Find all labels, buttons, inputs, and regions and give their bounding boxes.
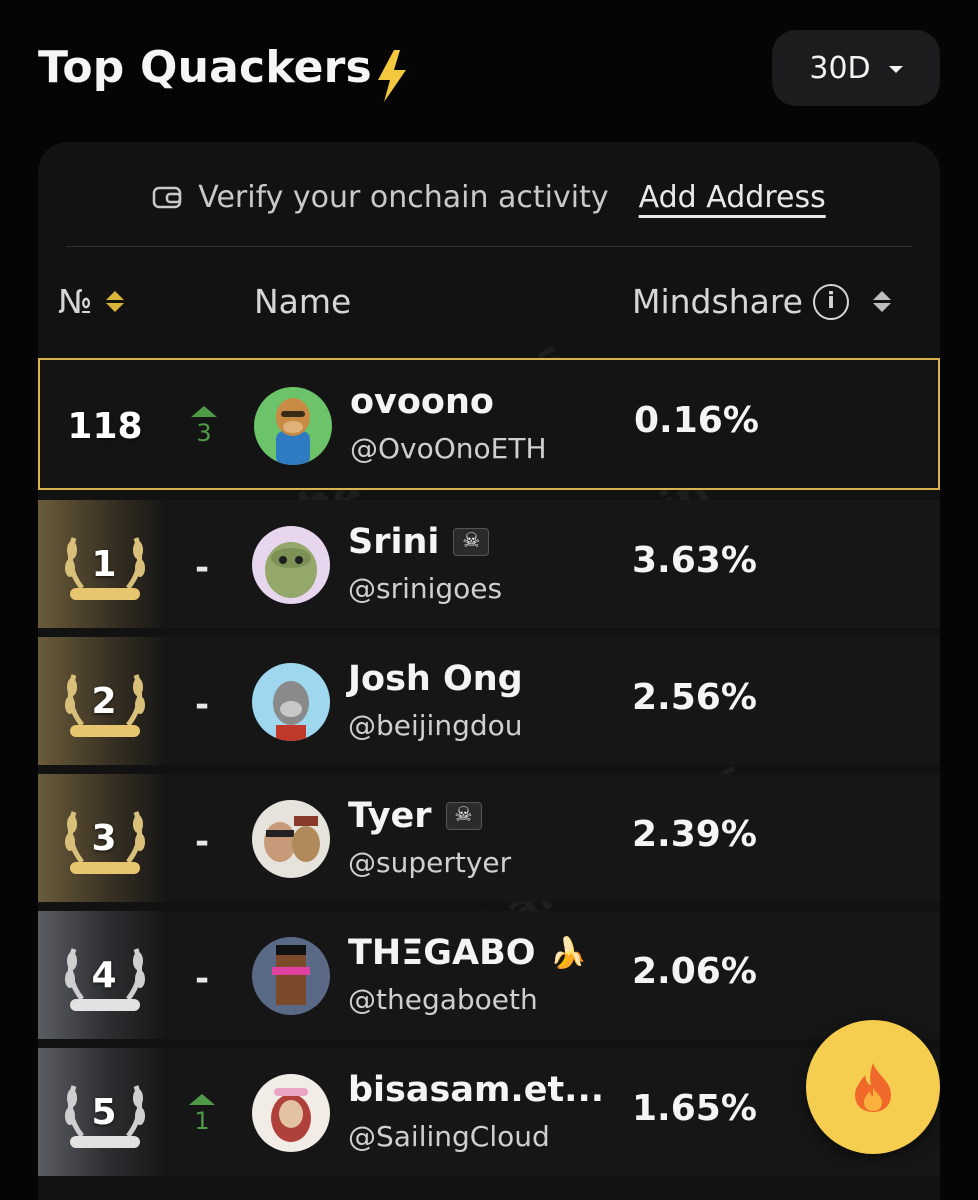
lightning-bolt-icon bbox=[378, 50, 406, 102]
mindshare-value: 2.39% bbox=[632, 814, 757, 855]
rank-badge: 1 bbox=[38, 500, 166, 628]
rank-change: 1 bbox=[184, 1094, 220, 1135]
table-header: № Name Mindshare i bbox=[38, 272, 940, 336]
rank-change: - bbox=[184, 957, 220, 999]
rank-change: - bbox=[184, 546, 220, 588]
user-name: Tyer bbox=[348, 796, 482, 836]
rank-number: 4 bbox=[91, 955, 117, 996]
rank-number: 3 bbox=[91, 818, 117, 859]
user-name-text: THΞGABO bbox=[348, 933, 536, 973]
table-row[interactable]: 4 - THΞGABO 🍌 @thegaboeth 2.06% bbox=[38, 911, 940, 1039]
user-handle: @SailingCloud bbox=[348, 1120, 550, 1153]
pirate-flag-icon bbox=[445, 802, 482, 830]
user-name-text: Josh Ong bbox=[348, 659, 523, 699]
rank-change: 3 bbox=[186, 406, 222, 447]
period-dropdown[interactable]: 30D bbox=[772, 30, 940, 106]
sort-icon bbox=[106, 291, 125, 312]
user-name: THΞGABO 🍌 bbox=[348, 933, 587, 973]
user-name: Josh Ong bbox=[348, 659, 523, 699]
avatar[interactable] bbox=[252, 937, 330, 1015]
user-handle: @thegaboeth bbox=[348, 983, 538, 1016]
fire-icon bbox=[855, 1063, 891, 1112]
page-header: Top Quackers 30D bbox=[38, 30, 940, 110]
rank-change: - bbox=[184, 683, 220, 725]
rank-change-value: 3 bbox=[196, 419, 212, 447]
rank-badge: 3 bbox=[38, 774, 166, 902]
period-label: 30D bbox=[809, 50, 871, 86]
user-name-text: Srini bbox=[348, 522, 440, 562]
avatar[interactable] bbox=[252, 663, 330, 741]
mindshare-value: 2.06% bbox=[632, 951, 757, 992]
rank-change-value: - bbox=[194, 959, 210, 999]
rank-badge: 2 bbox=[38, 637, 166, 765]
rank-change-value: - bbox=[194, 548, 210, 588]
mindshare-column-header[interactable]: Mindshare i bbox=[632, 282, 891, 321]
table-row[interactable]: 1 - Srini @srinigoes 3.63% bbox=[38, 500, 940, 628]
user-name-text: ovoono bbox=[350, 382, 494, 422]
rank-change-value: - bbox=[194, 822, 210, 862]
rank-badge: 5 bbox=[38, 1048, 166, 1176]
page-title: Top Quackers bbox=[38, 42, 372, 93]
avatar[interactable] bbox=[252, 526, 330, 604]
verify-banner: Verify your onchain activity Add Address bbox=[38, 172, 940, 222]
wallet-icon bbox=[153, 186, 182, 209]
arrow-up-icon bbox=[189, 1094, 215, 1105]
verify-text: Verify your onchain activity bbox=[198, 179, 609, 215]
user-name: Srini bbox=[348, 522, 490, 562]
table-row[interactable]: 5 1 bisasam.et... @SailingCloud 1.65% bbox=[38, 1048, 940, 1176]
current-user-row[interactable]: 118 3 ovoono @OvoOnoETH 0.16% bbox=[38, 358, 940, 490]
user-name: bisasam.et... bbox=[348, 1070, 604, 1110]
user-handle: @supertyer bbox=[348, 846, 512, 879]
mindshare-value: 3.63% bbox=[632, 540, 757, 581]
rank-number: 2 bbox=[91, 681, 117, 722]
user-name: ovoono bbox=[350, 382, 494, 422]
user-name-text: Tyer bbox=[348, 796, 432, 836]
table-row[interactable]: 2 - Josh Ong @beijingdou 2.56% bbox=[38, 637, 940, 765]
info-icon[interactable]: i bbox=[812, 283, 849, 320]
user-name-text: bisasam.et... bbox=[348, 1070, 605, 1110]
rank-number: 118 bbox=[67, 406, 143, 447]
rank-badge: 4 bbox=[38, 911, 166, 1039]
mindshare-header-label: Mindshare bbox=[632, 282, 803, 321]
rank-header-label: № bbox=[58, 282, 93, 321]
arrow-up-icon bbox=[191, 406, 217, 417]
rank-column-header[interactable]: № bbox=[58, 282, 125, 321]
avatar[interactable] bbox=[252, 800, 330, 878]
user-handle: @beijingdou bbox=[348, 709, 523, 742]
sort-icon bbox=[872, 291, 891, 312]
rank-change-value: 1 bbox=[194, 1107, 210, 1135]
leaderboard-card: Wallchain Quacks Wallchain Quacks Wallch… bbox=[38, 142, 940, 1200]
divider bbox=[66, 246, 912, 247]
user-handle: @OvoOnoETH bbox=[350, 432, 547, 465]
pirate-flag-icon bbox=[453, 528, 490, 556]
add-address-link[interactable]: Add Address bbox=[639, 180, 826, 215]
mindshare-value: 1.65% bbox=[632, 1088, 757, 1129]
mindshare-value: 0.16% bbox=[634, 400, 759, 441]
avatar[interactable] bbox=[254, 387, 332, 465]
banana-icon: 🍌 bbox=[549, 935, 587, 971]
table-row[interactable]: 3 - Tyer @supertyer 2.39% bbox=[38, 774, 940, 902]
rank-change-value: - bbox=[194, 685, 210, 725]
rank-change: - bbox=[184, 820, 220, 862]
rank-number: 5 bbox=[91, 1092, 117, 1133]
user-handle: @srinigoes bbox=[348, 572, 503, 605]
mindshare-value: 2.56% bbox=[632, 677, 757, 718]
avatar[interactable] bbox=[252, 1074, 330, 1152]
rank-number: 1 bbox=[91, 544, 117, 585]
chevron-down-icon bbox=[888, 65, 903, 73]
fire-button[interactable] bbox=[806, 1020, 940, 1154]
name-column-header: Name bbox=[254, 282, 352, 321]
